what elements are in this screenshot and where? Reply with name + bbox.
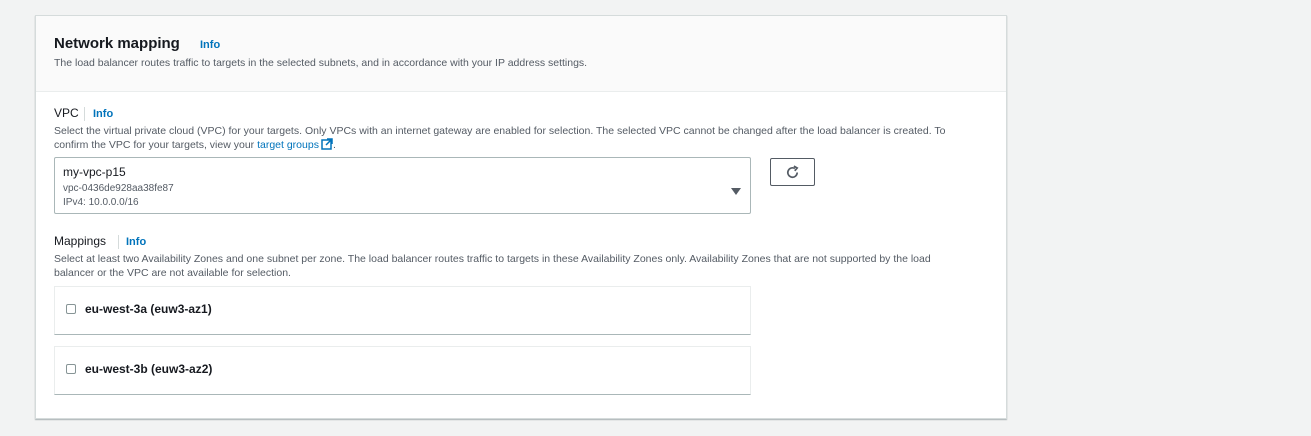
label-divider: [84, 107, 85, 121]
mappings-description: Select at least two Availability Zones a…: [54, 252, 994, 280]
vpc-description-suffix: .: [332, 139, 336, 151]
mappings-label: Mappings: [54, 234, 107, 248]
section-info-link[interactable]: Info: [200, 39, 220, 51]
vpc-selected-id: vpc-0436de928aa38fe87: [63, 183, 174, 194]
refresh-button[interactable]: [770, 158, 815, 186]
section-title: Network mapping: [54, 35, 180, 52]
mappings-description-line2: balancer or the VPC are not available fo…: [54, 267, 291, 279]
vpc-selected-cidr: IPv4: 10.0.0.0/16: [63, 197, 139, 208]
az-label[interactable]: eu-west-3b (euw3-az2): [85, 362, 212, 376]
vpc-select[interactable]: my-vpc-p15 vpc-0436de928aa38fe87 IPv4: 1…: [54, 157, 751, 214]
vpc-description-line2: confirm the VPC for your targets, view y…: [54, 138, 994, 154]
refresh-icon: [787, 165, 799, 179]
caret-down-icon: [731, 182, 741, 200]
section-description: The load balancer routes traffic to targ…: [54, 57, 588, 69]
availability-zone-item: eu-west-3b (euw3-az2): [54, 346, 751, 395]
vpc-description-line1: Select the virtual private cloud (VPC) f…: [54, 125, 946, 137]
label-divider: [118, 235, 119, 249]
az-label[interactable]: eu-west-3a (euw3-az1): [85, 302, 212, 316]
vpc-description-text: confirm the VPC for your targets, view y…: [54, 139, 258, 151]
target-groups-link[interactable]: target groups: [257, 139, 319, 151]
az-checkbox[interactable]: [66, 364, 76, 374]
vpc-label: VPC: [54, 106, 79, 120]
network-mapping-panel: Network mapping Info The load balancer r…: [35, 15, 1007, 419]
vpc-info-link[interactable]: Info: [93, 108, 113, 120]
panel-header: Network mapping Info The load balancer r…: [36, 16, 1006, 92]
vpc-description: Select the virtual private cloud (VPC) f…: [54, 124, 994, 154]
availability-zone-item: eu-west-3a (euw3-az1): [54, 286, 751, 335]
mappings-info-link[interactable]: Info: [126, 236, 146, 248]
vpc-selected-name: my-vpc-p15: [63, 165, 126, 179]
az-checkbox[interactable]: [66, 304, 76, 314]
external-link-icon: [321, 138, 333, 154]
mappings-description-line1: Select at least two Availability Zones a…: [54, 253, 931, 265]
